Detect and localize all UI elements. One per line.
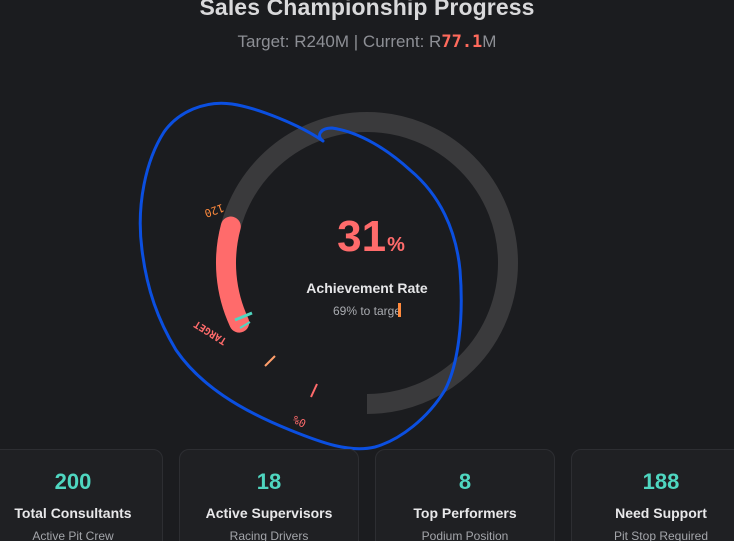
tick-label-zero: 0% bbox=[290, 412, 308, 430]
stats-cards: 200 Total Consultants Active Pit Crew 18… bbox=[0, 449, 734, 541]
stat-card-top-performers: 8 Top Performers Podium Position bbox=[375, 449, 555, 541]
stat-value: 18 bbox=[256, 469, 282, 494]
tick-mark-mid bbox=[264, 355, 276, 367]
stat-label: Active Supervisors bbox=[205, 505, 333, 521]
championship-dashboard: Sales Championship Progress Target: R240… bbox=[0, 0, 734, 541]
tick-label-120: 120 bbox=[203, 201, 226, 220]
stat-value: 200 bbox=[54, 469, 92, 494]
remaining-to-target: 69% to targe bbox=[267, 303, 467, 318]
stat-sub: Racing Drivers bbox=[229, 529, 309, 541]
stat-value: 188 bbox=[642, 469, 680, 494]
stat-label: Top Performers bbox=[413, 505, 517, 521]
percent-sign: % bbox=[387, 234, 405, 256]
stat-card-consultants: 200 Total Consultants Active Pit Crew bbox=[0, 449, 163, 541]
percent-value: 31 bbox=[337, 212, 387, 261]
stat-sub: Pit Stop Required bbox=[613, 529, 709, 541]
achievement-percent: 31% bbox=[296, 212, 446, 262]
tick-mark-low bbox=[310, 383, 318, 398]
stat-card-supervisors: 18 Active Supervisors Racing Drivers bbox=[179, 449, 359, 541]
achievement-rate-label: Achievement Rate bbox=[306, 280, 428, 296]
stat-label: Total Consultants bbox=[14, 505, 132, 521]
remaining-text: 69% to targe bbox=[332, 304, 402, 318]
tick-label-target: TARGET bbox=[192, 318, 228, 346]
stat-label: Need Support bbox=[615, 505, 707, 521]
stat-card-need-support: 188 Need Support Pit Stop Required bbox=[571, 449, 734, 541]
stat-sub: Active Pit Crew bbox=[32, 529, 114, 541]
gauge-progress-arc bbox=[216, 216, 250, 333]
stat-value: 8 bbox=[458, 469, 472, 494]
stat-sub: Podium Position bbox=[421, 529, 509, 541]
text-cursor bbox=[398, 303, 402, 317]
